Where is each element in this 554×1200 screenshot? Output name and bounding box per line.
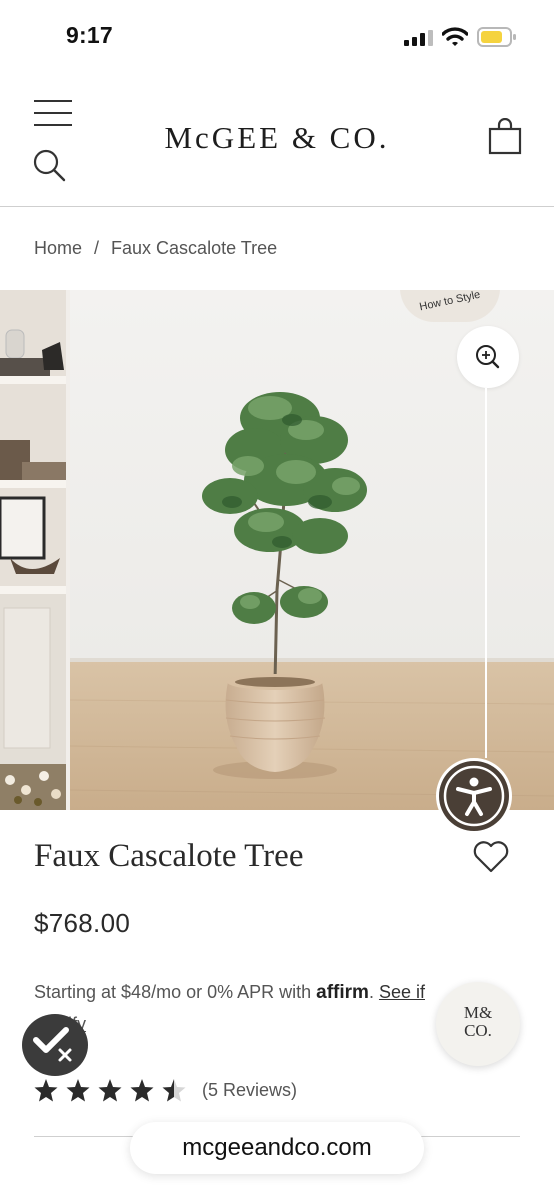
affirm-logo: affirm xyxy=(316,982,369,1003)
battery-icon xyxy=(477,27,516,47)
zoom-in-icon xyxy=(476,345,500,369)
how-to-style-label: How to Style xyxy=(418,290,482,314)
brand-logo[interactable]: McGEE & CO. xyxy=(0,120,554,156)
product-image-gallery[interactable]: How to Style xyxy=(0,290,554,810)
zoom-button[interactable] xyxy=(457,326,519,388)
star-icon xyxy=(66,1079,90,1102)
breadcrumb: Home / Faux Cascalote Tree xyxy=(34,238,277,259)
mcgee-chat-badge[interactable]: M& CO. xyxy=(436,982,520,1066)
accessibility-button[interactable] xyxy=(436,758,512,834)
product-price: $768.00 xyxy=(34,908,131,938)
breadcrumb-current: Faux Cascalote Tree xyxy=(111,238,278,258)
gallery-scroll-indicator xyxy=(485,388,487,758)
shelf-scene-image xyxy=(0,290,66,810)
accessibility-icon xyxy=(439,761,509,831)
see-if-you-qualify-link[interactable]: See if xyxy=(379,982,425,1002)
header-divider xyxy=(0,206,554,207)
financing-prefix: Starting at $48/mo or 0% APR with xyxy=(34,982,312,1002)
product-title: Faux Cascalote Tree xyxy=(34,838,304,874)
star-icon xyxy=(98,1079,122,1102)
breadcrumb-separator: / xyxy=(94,238,100,258)
wifi-icon xyxy=(442,27,468,46)
floating-check-widget[interactable] xyxy=(22,1014,88,1076)
financing-text: Starting at $48/mo or 0% APR with affirm… xyxy=(34,982,425,1003)
half-star-icon xyxy=(162,1079,186,1102)
badge-line-1: M& xyxy=(463,1003,493,1022)
previous-image-peek[interactable] xyxy=(0,290,66,810)
shopping-bag-icon[interactable] xyxy=(488,118,522,156)
badge-line-2: CO. xyxy=(464,1021,492,1040)
cellular-signal-icon xyxy=(404,30,433,46)
reviews-count-link[interactable]: (5 Reviews) xyxy=(202,1080,297,1101)
status-time: 9:17 xyxy=(66,22,113,48)
rating-stars[interactable] xyxy=(34,1078,194,1104)
breadcrumb-home[interactable]: Home xyxy=(34,238,82,258)
checkmark-close-icon xyxy=(33,1027,72,1062)
star-icon xyxy=(130,1079,154,1102)
star-icon xyxy=(34,1079,58,1102)
browser-url-bar[interactable]: mcgeeandco.com xyxy=(130,1122,424,1174)
wishlist-heart-icon[interactable] xyxy=(472,838,510,874)
